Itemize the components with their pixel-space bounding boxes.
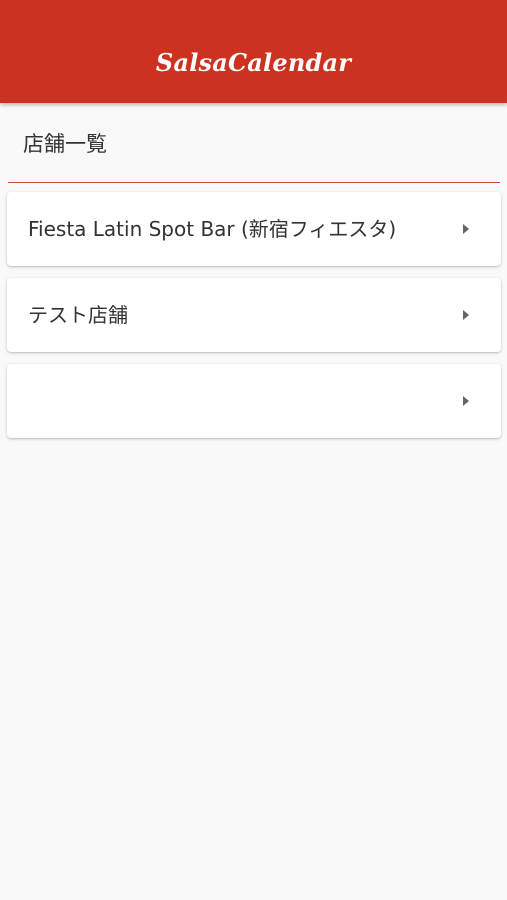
store-item-2[interactable]: テスト店舗: [7, 278, 501, 352]
chevron-right-icon: [463, 396, 469, 406]
page-title: 店舗一覧: [23, 132, 107, 156]
app-bar: SalsaCalendar: [0, 0, 507, 103]
chevron-right-icon: [463, 224, 469, 234]
store-item-label: Fiesta Latin Spot Bar (新宿フィエスタ): [28, 217, 397, 241]
section-header: 店舗一覧: [8, 103, 500, 183]
store-list: Fiesta Latin Spot Bar (新宿フィエスタ) テスト店舗: [7, 192, 501, 450]
store-item-3[interactable]: [7, 364, 501, 438]
chevron-right-icon: [463, 310, 469, 320]
store-item-label: テスト店舗: [28, 303, 128, 327]
store-item-1[interactable]: Fiesta Latin Spot Bar (新宿フィエスタ): [7, 192, 501, 266]
app-title: SalsaCalendar: [155, 48, 352, 77]
